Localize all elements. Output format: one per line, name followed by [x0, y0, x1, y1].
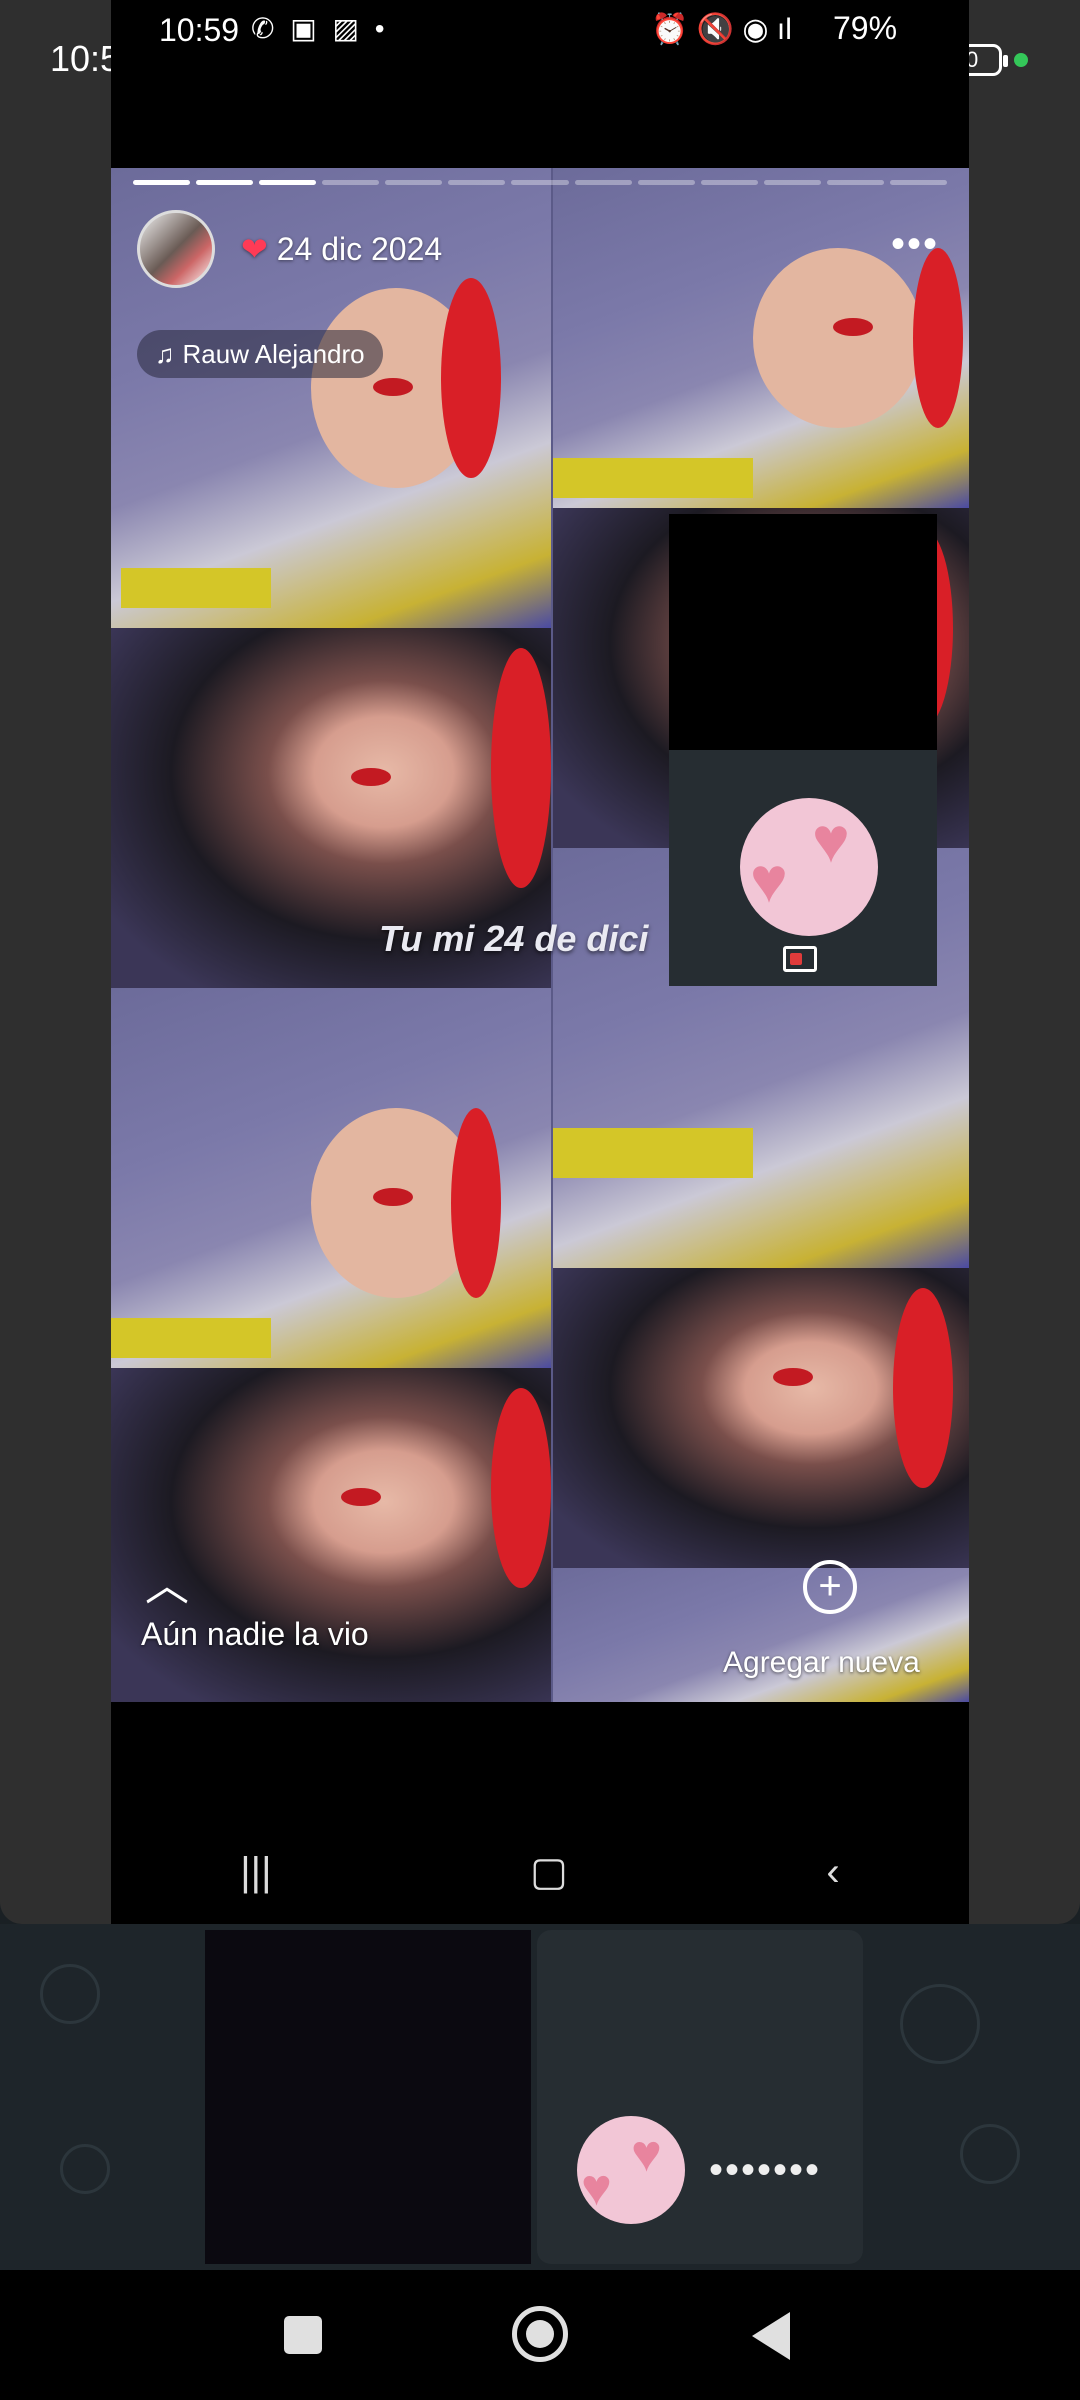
back-button[interactable] [752, 2312, 790, 2360]
photo-tile [553, 1568, 969, 1702]
story-date: ❤ 24 dic 2024 [241, 230, 442, 268]
chevron-up-icon[interactable]: ︿ [145, 1564, 189, 1608]
heart-icon: ♥ [581, 2159, 612, 2217]
back-button[interactable]: ‹ [826, 1850, 839, 1895]
cast-icon[interactable] [783, 946, 817, 972]
recent-apps-button[interactable]: ||| [240, 1850, 271, 1895]
battery-percentage: 79% [833, 10, 898, 46]
music-artist: Rauw Alejandro [182, 339, 365, 369]
home-button[interactable]: ▢ [530, 1849, 568, 1895]
privacy-indicator [1014, 53, 1028, 67]
music-chip[interactable]: ♫ Rauw Alejandro [137, 330, 383, 378]
heart-icon: ♥ [750, 844, 788, 916]
music-note-icon: ♫ [155, 339, 175, 369]
more-options-icon[interactable]: ••• [891, 222, 939, 267]
pip-video-area[interactable] [669, 514, 937, 750]
more-options-icon[interactable]: ••••••• [709, 2148, 821, 2193]
inner-status-time: 10:59 [159, 12, 240, 48]
heart-icon: ❤ [241, 231, 268, 267]
photo-tile [553, 168, 969, 508]
video-tile[interactable] [205, 1930, 531, 2264]
avatar: ♥ ♥ [577, 2116, 685, 2224]
home-button[interactable] [512, 2306, 568, 2362]
call-participant-card[interactable]: ♥ ♥ ••••••• [537, 1930, 863, 2264]
heart-icon: ♥ [812, 804, 850, 876]
photo-tile [553, 1268, 969, 1568]
story-overlay-text: Tu mi 24 de dici [379, 918, 649, 959]
system-status-icons: ⏰ 🔇 ◉ ıl [651, 13, 792, 46]
heart-icon: ♥ [631, 2125, 662, 2183]
story-date-label: 24 dic 2024 [276, 231, 443, 267]
add-new-label[interactable]: Agregar nueva [723, 1646, 920, 1680]
avatar: ♥ ♥ [740, 798, 878, 936]
story-progress-bar [133, 180, 948, 186]
inner-navigation-bar: ||| ▢ ‹ [111, 1820, 969, 1924]
pip-window[interactable]: ♥ ♥ [669, 750, 937, 986]
avatar[interactable] [137, 210, 215, 288]
notification-icons: ✆ ▣ ▨ • [251, 13, 389, 44]
phone-screen: 10:59 ✆ ▣ ▨ • ⏰ 🔇 ◉ ıl 79% ❤ 24 dic 2024… [111, 0, 969, 1924]
photo-tile [111, 988, 551, 1368]
add-circle-icon[interactable]: + [803, 1560, 857, 1614]
seen-by-label[interactable]: Aún nadie la vio [141, 1616, 369, 1653]
recent-apps-button[interactable] [284, 2316, 322, 2354]
